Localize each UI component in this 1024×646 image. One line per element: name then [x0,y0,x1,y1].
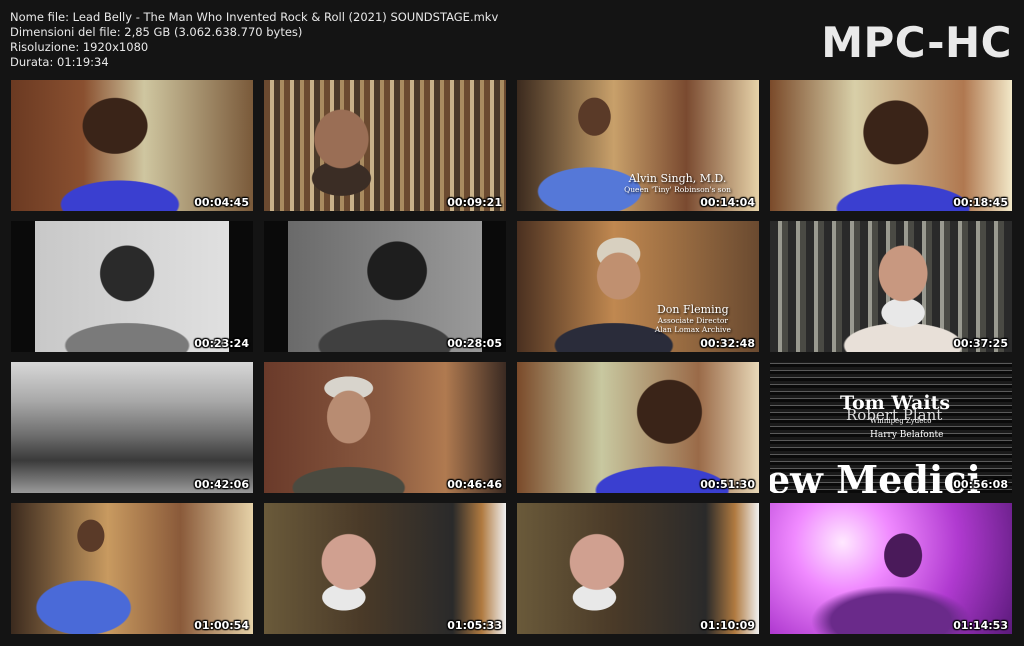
thumbnail-grey-haired-man-glasses: 00:46:46 [264,362,506,493]
thumbnail-man-glasses-interview: Don Fleming Associate Director Alan Lomax … [517,221,759,352]
title-card-line: Harry Belafonte [870,430,944,440]
timestamp: 00:46:46 [447,478,502,491]
thumbnail-archival-bw-war: 00:42:06 [11,362,253,493]
timestamp: 01:14:53 [953,619,1008,632]
thumbnail-white-haired-man-singing: 00:37:25 [770,221,1012,352]
caption-subtitle: Alan Lomax Archive [654,325,731,334]
caption-subtitle: Queen 'Tiny' Robinson's son [624,185,731,194]
thumbnail-man-blue-shirt-wide: 01:00:54 [11,503,253,634]
thumbnail-elderly-woman-hand-chin: 00:51:30 [517,362,759,493]
timestamp: 00:04:45 [194,196,249,209]
timestamp: 00:37:25 [953,337,1008,350]
caption-name: Don Fleming [656,303,729,316]
timestamp: 00:23:24 [194,337,249,350]
timestamp: 00:51:30 [700,478,755,491]
caption-name: Alvin Singh, M.D. [628,172,727,185]
timestamp: 00:14:04 [700,196,755,209]
thumbnail-archival-bw-bowtie: 00:28:05 [264,221,506,352]
caption-subtitle: Associate Director [657,316,728,325]
thumbnail-grid: 00:04:45 00:09:21 Alvin Singh, M.D. Queen '… [0,0,1024,646]
thumbnail-archival-bw-portrait: 00:23:24 [11,221,253,352]
timestamp: 01:00:54 [194,619,249,632]
thumbnail-elderly-man-guitar: 01:05:33 [264,503,506,634]
lower-third-caption: Don Fleming Associate Director Alan Lomax … [655,303,731,334]
thumbnail-elderly-man-guitar-2: 01:10:09 [517,503,759,634]
thumbnail-man-blue-shirt-interview: Alvin Singh, M.D. Queen 'Tiny' Robinson's… [517,80,759,211]
title-card-line: Robert Plant [846,406,943,424]
thumbnail-purple-silhouette-guitar: 01:14:53 [770,503,1012,634]
title-card-bottom: ew Medici [770,457,981,493]
timestamp: 01:05:33 [447,619,502,632]
timestamp: 00:32:48 [700,337,755,350]
timestamp: 00:18:45 [953,196,1008,209]
thumbnail-bearded-man-bookshelf: 00:09:21 [264,80,506,211]
timestamp: 00:42:06 [194,478,249,491]
thumbnail-title-card: Tom Waits Winnipeg Zydeco Robert Plant Harr… [770,362,1012,493]
timestamp: 00:28:05 [447,337,502,350]
thumbnail-elderly-woman-purple-jacket: 00:04:45 [11,80,253,211]
timestamp: 00:09:21 [447,196,502,209]
timestamp: 00:56:08 [953,478,1008,491]
lower-third-caption: Alvin Singh, M.D. Queen 'Tiny' Robinson's… [624,172,731,194]
timestamp: 01:10:09 [700,619,755,632]
thumbnail-elderly-woman-closeup: 00:18:45 [770,80,1012,211]
